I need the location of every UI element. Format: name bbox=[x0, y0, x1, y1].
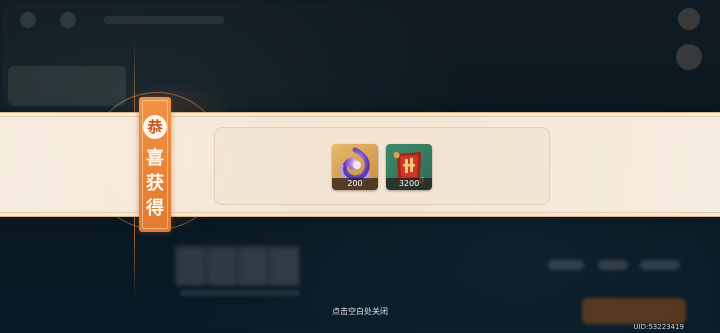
reward-panel bbox=[214, 127, 550, 205]
uid-label: UID:53223419 bbox=[633, 323, 684, 331]
ribbon-char: 喜 bbox=[146, 148, 164, 169]
congrats-ribbon: 恭 喜 获 得 bbox=[139, 97, 171, 232]
reward-quantity: 200 bbox=[332, 178, 378, 190]
close-hint[interactable]: 点击空白处关闭 bbox=[0, 306, 720, 317]
ribbon-badge: 恭 bbox=[143, 115, 167, 139]
reward-item[interactable]: 200 bbox=[332, 144, 378, 190]
reward-quantity: 3200 bbox=[386, 178, 432, 190]
ribbon-char: 得 bbox=[146, 198, 164, 219]
reward-item[interactable]: 3200 bbox=[386, 144, 432, 190]
ribbon-char: 获 bbox=[146, 173, 164, 194]
